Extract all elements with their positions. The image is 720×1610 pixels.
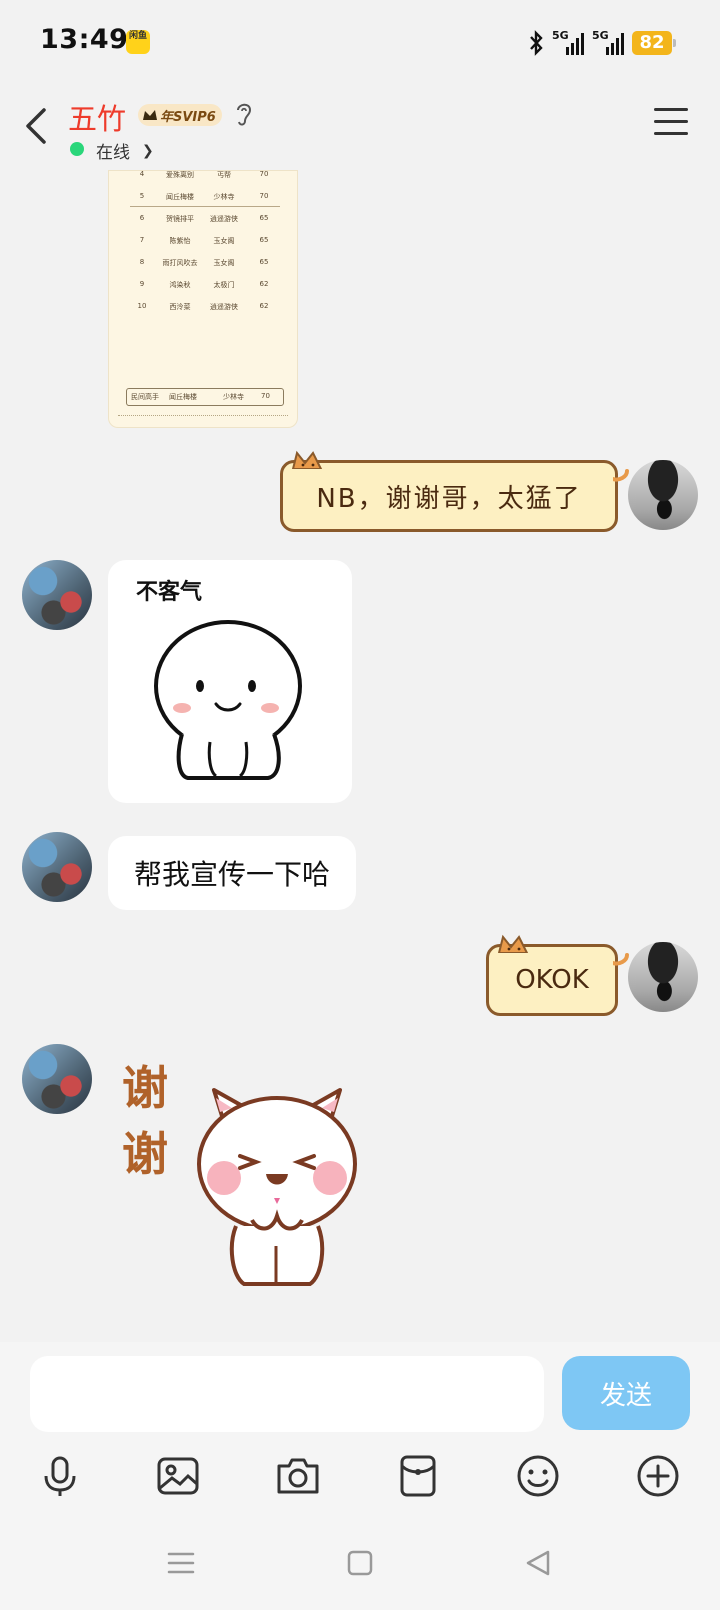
- network-type-1: 5G: [552, 29, 569, 42]
- online-status-dot: [70, 142, 84, 156]
- network-type-2: 5G: [592, 29, 609, 42]
- recent-apps-icon[interactable]: [166, 1548, 196, 1578]
- cat-ears-decoration: [291, 450, 323, 469]
- outgoing-message-text: NB，谢谢哥，太猛了: [316, 483, 582, 514]
- status-indicators: 5G 5G 82: [528, 28, 676, 58]
- notification-app-icon: 闲鱼: [126, 30, 150, 54]
- outgoing-message-bubble[interactable]: OKOK: [486, 934, 629, 1016]
- leaderboard-dotted-line: [118, 415, 288, 416]
- back-button[interactable]: [22, 104, 52, 148]
- leaderboard-row: 8 雨打风吹去 玉女阁 65: [139, 258, 269, 267]
- leaderboard-footer: 民间高手 闻丘梅楼 少林寺 70: [126, 388, 284, 406]
- crown-icon: [143, 110, 157, 120]
- back-nav-icon[interactable]: [524, 1548, 552, 1578]
- ear-icon[interactable]: [234, 100, 254, 128]
- bluetooth-icon: [530, 30, 543, 56]
- signal-icon-1: 5G: [552, 29, 584, 55]
- message-input[interactable]: [30, 1356, 544, 1432]
- outgoing-message-text: OKOK: [515, 965, 589, 995]
- contact-name[interactable]: 五竹: [68, 96, 126, 138]
- menu-button[interactable]: [654, 108, 688, 136]
- signal-icon-2: 5G: [592, 29, 624, 55]
- contact-avatar[interactable]: [22, 832, 92, 902]
- cat-ears-decoration: [497, 934, 529, 953]
- leaderboard-row: 7 陈紫怡 玉女阁 65: [139, 236, 269, 245]
- sticker-text-1: 谢: [122, 1061, 168, 1115]
- smiling-ghost-sticker-icon: [154, 620, 302, 780]
- leaderboard-row: 10 西泠菜 逍遥游侠 62: [137, 302, 269, 311]
- my-avatar[interactable]: [628, 942, 698, 1012]
- red-packet-icon[interactable]: [394, 1452, 442, 1500]
- microphone-icon[interactable]: [36, 1452, 84, 1500]
- home-icon[interactable]: [346, 1548, 374, 1578]
- leaderboard-divider: [130, 206, 280, 207]
- sticker-text-2: 谢: [122, 1127, 168, 1181]
- incoming-message-text: 帮我宣传一下哈: [133, 858, 330, 891]
- status-time: 13:49: [40, 24, 129, 55]
- chevron-right-icon[interactable]: ❯: [142, 143, 154, 159]
- vip-badge[interactable]: 年SVIP6: [138, 104, 222, 126]
- contact-avatar[interactable]: [22, 1044, 92, 1114]
- cat-tail-decoration: [613, 469, 629, 482]
- cat-tail-decoration: [613, 953, 629, 966]
- sticker-message[interactable]: 谢 谢: [118, 1052, 368, 1292]
- emoji-icon[interactable]: [514, 1452, 562, 1500]
- leaderboard-row: 4 爱殊离别 丐帮 70: [139, 170, 269, 179]
- leaderboard-row: 5 闻丘梅楼 少林寺 70: [139, 192, 269, 201]
- sticker-caption: 不客气: [136, 580, 203, 605]
- incoming-message-bubble[interactable]: 帮我宣传一下哈: [108, 836, 356, 910]
- my-avatar[interactable]: [628, 460, 698, 530]
- leaderboard-image-message[interactable]: 4 爱殊离别 丐帮 70 5 闻丘梅楼 少林寺 70 6 贺镜排平 逍遥游侠 65 7 陈紫怡 玉女阁…: [108, 170, 298, 428]
- vip-badge-label: 年SVIP6: [160, 109, 216, 125]
- camera-icon[interactable]: [274, 1452, 322, 1500]
- sticker-message[interactable]: 不客气: [108, 560, 352, 803]
- plus-icon[interactable]: [634, 1452, 682, 1500]
- online-status-text[interactable]: 在线: [96, 138, 130, 163]
- thankful-cat-sticker-icon: [197, 1088, 357, 1286]
- send-button[interactable]: 发送: [562, 1356, 690, 1430]
- image-icon[interactable]: [154, 1452, 202, 1500]
- contact-avatar[interactable]: [22, 560, 92, 630]
- leaderboard-row: 6 贺镜排平 逍遥游侠 65: [139, 214, 269, 223]
- outgoing-message-bubble[interactable]: NB，谢谢哥，太猛了: [280, 450, 629, 532]
- leaderboard-row: 9 鸿染秋 太极门 62: [139, 280, 269, 289]
- battery-icon: 82: [632, 31, 676, 55]
